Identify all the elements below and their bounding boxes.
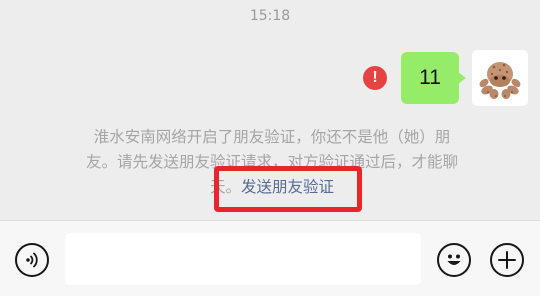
plus-icon <box>498 251 516 269</box>
notice-line-1: 淮水安南网络开启了朋友验证，你还不是他（她）朋 <box>93 128 451 146</box>
message-text-input[interactable] <box>65 233 421 285</box>
voice-icon <box>26 252 38 268</box>
sent-message-row: ! 11 <box>363 50 528 106</box>
send-failed-error-icon[interactable]: ! <box>363 66 387 90</box>
voice-input-button[interactable] <box>15 243 49 277</box>
highlight-annotation-box <box>214 166 362 212</box>
message-bubble[interactable]: 11 <box>401 52 466 104</box>
message-timestamp: 15:18 <box>249 8 291 24</box>
chat-input-bar <box>0 220 540 296</box>
user-avatar[interactable] <box>472 50 528 106</box>
emoji-button[interactable] <box>437 243 471 277</box>
message-text: 11 <box>419 66 441 89</box>
octopus-avatar-icon <box>479 62 521 99</box>
chat-screen: 15:18 ! 11 淮水安南网络开启了朋友验证，你还不是他（她）朋 友。请先发… <box>0 0 540 296</box>
more-functions-button[interactable] <box>490 243 524 277</box>
emoji-icon <box>447 254 461 265</box>
